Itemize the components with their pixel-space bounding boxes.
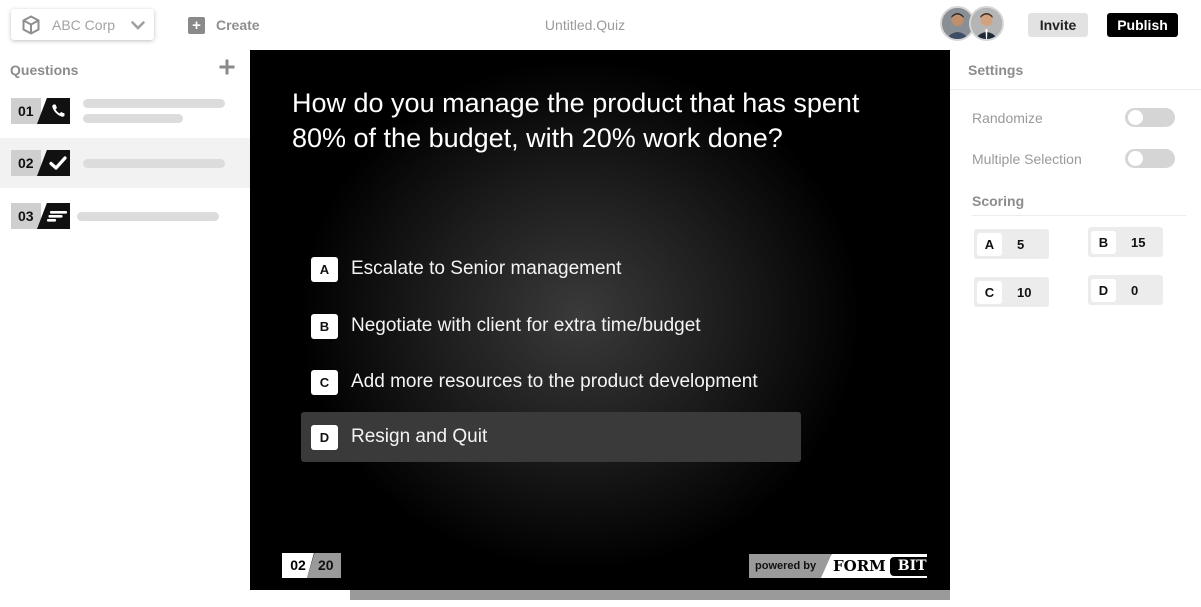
option-key: D bbox=[311, 424, 338, 450]
score-key: D bbox=[1091, 278, 1116, 302]
randomize-toggle[interactable] bbox=[1125, 108, 1175, 127]
question-number: 03 bbox=[11, 203, 41, 229]
score-field-a[interactable]: A 5 bbox=[974, 229, 1049, 259]
phone-icon bbox=[37, 98, 70, 124]
invite-button[interactable]: Invite bbox=[1028, 13, 1088, 37]
score-field-c[interactable]: C 10 bbox=[974, 277, 1049, 307]
progress-bar bbox=[350, 590, 950, 600]
option-key: A bbox=[311, 256, 338, 282]
logo-form-text: FORM bbox=[833, 557, 886, 575]
score-key: C bbox=[977, 280, 1002, 304]
plus-icon bbox=[219, 59, 235, 75]
option-key: B bbox=[311, 313, 338, 339]
powered-by-badge[interactable]: powered by FORM BIT bbox=[749, 554, 927, 578]
option-key: C bbox=[311, 369, 338, 395]
option-text: Add more resources to the product develo… bbox=[351, 371, 758, 392]
questions-heading: Questions bbox=[10, 62, 79, 78]
divider bbox=[950, 89, 1201, 90]
option-text: Escalate to Senior management bbox=[351, 258, 622, 279]
option-text: Negotiate with client for extra time/bud… bbox=[351, 315, 701, 336]
logo-bit-text: BIT bbox=[889, 556, 927, 576]
collaborator-avatars bbox=[940, 6, 1006, 42]
settings-heading: Settings bbox=[968, 62, 1024, 78]
question-preview: How do you manage the product that has s… bbox=[250, 50, 950, 590]
top-bar: ABC Corp + Create Untitled.Quiz Invite P… bbox=[0, 0, 1201, 50]
publish-button[interactable]: Publish bbox=[1107, 13, 1178, 37]
question-list-item[interactable]: 03 bbox=[0, 190, 250, 240]
score-field-b[interactable]: B 15 bbox=[1088, 227, 1163, 257]
progress-track bbox=[250, 590, 950, 607]
randomize-label: Randomize bbox=[972, 110, 1043, 126]
score-key: A bbox=[977, 232, 1002, 256]
score-value: 15 bbox=[1131, 234, 1146, 250]
answer-option-a[interactable]: A Escalate to Senior management bbox=[301, 244, 801, 294]
score-field-d[interactable]: D 0 bbox=[1088, 275, 1163, 305]
question-list-item[interactable]: 02 bbox=[0, 138, 250, 188]
multiple-selection-label: Multiple Selection bbox=[972, 151, 1082, 167]
question-badge: 02 bbox=[11, 150, 70, 176]
answer-option-d[interactable]: D Resign and Quit bbox=[301, 412, 801, 462]
question-placeholder-line bbox=[83, 114, 183, 123]
answer-option-c[interactable]: C Add more resources to the product deve… bbox=[301, 357, 801, 407]
option-text: Resign and Quit bbox=[351, 426, 488, 447]
divider bbox=[972, 215, 1186, 216]
randomize-row: Randomize bbox=[972, 108, 1175, 128]
question-badge: 03 bbox=[11, 203, 70, 229]
question-placeholder-line bbox=[77, 212, 219, 221]
question-list-item[interactable]: 01 bbox=[0, 87, 250, 137]
questions-sidebar: Questions 01 02 03 bbox=[0, 50, 250, 607]
multiple-selection-toggle[interactable] bbox=[1125, 149, 1175, 168]
formbit-logo: FORM BIT bbox=[821, 554, 927, 578]
question-placeholder-line bbox=[83, 99, 225, 108]
scoring-heading: Scoring bbox=[972, 193, 1025, 209]
score-key: B bbox=[1091, 230, 1116, 254]
answer-option-b[interactable]: B Negotiate with client for extra time/b… bbox=[301, 301, 801, 351]
toggle-knob bbox=[1128, 110, 1143, 125]
multiple-selection-row: Multiple Selection bbox=[972, 149, 1175, 169]
checkmark-icon bbox=[37, 150, 70, 176]
score-value: 10 bbox=[1017, 284, 1032, 300]
settings-panel: Settings Randomize Multiple Selection Sc… bbox=[950, 50, 1201, 607]
question-number: 02 bbox=[11, 150, 41, 176]
add-question-button[interactable] bbox=[218, 58, 236, 76]
question-badge: 01 bbox=[11, 98, 70, 124]
text-lines-icon bbox=[37, 203, 70, 229]
score-value: 0 bbox=[1131, 282, 1139, 298]
question-counter: 20 02 bbox=[282, 553, 342, 578]
question-number: 01 bbox=[11, 98, 41, 124]
avatar[interactable] bbox=[969, 6, 1004, 41]
score-value: 5 bbox=[1017, 236, 1025, 252]
question-text[interactable]: How do you manage the product that has s… bbox=[292, 86, 872, 156]
toggle-knob bbox=[1128, 151, 1143, 166]
question-placeholder-line bbox=[83, 159, 225, 168]
powered-by-label: powered by bbox=[749, 554, 831, 578]
